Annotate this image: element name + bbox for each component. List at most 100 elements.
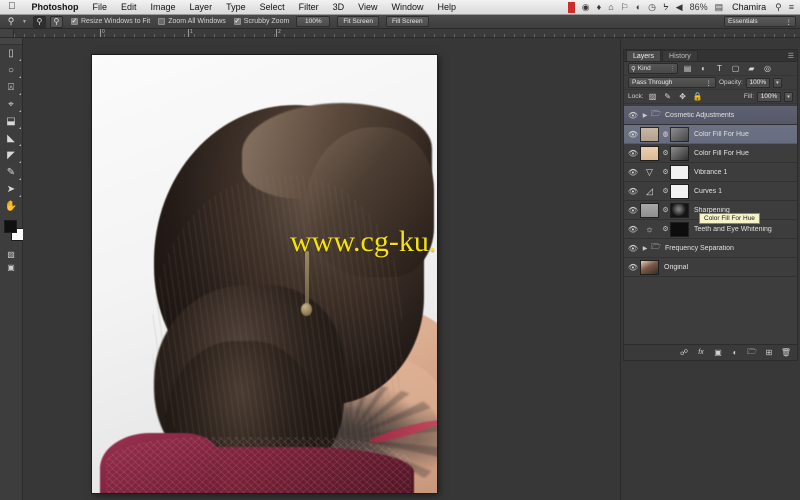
link-icon[interactable]: ⚙ [661, 130, 670, 138]
link-icon[interactable]: ⚙ [661, 225, 670, 233]
layer-list[interactable]: 👁 ▶ 🗁 Cosmetic Adjustments 👁 ⚙ Color Fil… [624, 106, 797, 344]
menu-item-3d[interactable]: 3D [326, 2, 352, 12]
table-row[interactable]: 👁 ▽ ⚙ Vibrance 1 Color Fill For Hue [624, 163, 797, 224]
hand-tool[interactable]: ✋ [0, 198, 22, 215]
link-icon[interactable]: ⚙ [661, 187, 670, 195]
layer-visibility-icon[interactable]: 👁 [626, 225, 640, 234]
delete-layer-icon[interactable]: 🗑 [781, 348, 791, 358]
eraser-tool[interactable]: ◣ [0, 130, 22, 147]
layer-thumbnail[interactable] [640, 145, 659, 161]
layer-name[interactable]: Color Fill For Hue [691, 150, 749, 157]
chevron-right-icon[interactable]: ▶ [640, 245, 650, 252]
menu-item-image[interactable]: Image [144, 2, 183, 12]
layer-name[interactable]: Frequency Separation [662, 245, 734, 252]
layer-mask-thumbnail[interactable] [670, 221, 689, 237]
zoom-level-button[interactable]: 100% [296, 16, 331, 27]
layer-name[interactable]: Curves 1 [691, 188, 722, 195]
screen-mode-toggle[interactable]: ▣ [0, 261, 22, 274]
table-row[interactable]: 👁 ◿ ⚙ Curves 1 [624, 182, 797, 201]
layer-thumbnail[interactable] [640, 259, 659, 275]
add-mask-icon[interactable]: ▣ [713, 348, 723, 358]
layer-visibility-icon[interactable]: 👁 [626, 206, 640, 215]
home-icon[interactable]: ⌂ [608, 2, 613, 12]
marquee-tool[interactable]: ▯ [0, 45, 22, 62]
red-indicator-icon[interactable] [567, 1, 575, 13]
menu-item-select[interactable]: Select [253, 2, 292, 12]
zoom-tool-icon[interactable]: ⚲ [4, 16, 18, 28]
lasso-tool[interactable]: ○ [0, 62, 22, 79]
menu-item-photoshop[interactable]: Photoshop [25, 2, 86, 12]
gradient-tool[interactable]: ◤ [0, 147, 22, 164]
table-row[interactable]: 👁 Original [624, 258, 797, 277]
layer-name[interactable]: Original [661, 264, 688, 271]
tools-panel-grip[interactable] [0, 38, 22, 45]
timemachine-icon[interactable]: ◷ [648, 2, 656, 12]
chevron-down-icon[interactable]: ▼ [22, 19, 27, 25]
opacity-input[interactable]: 100% [745, 77, 770, 88]
menu-item-help[interactable]: Help [430, 2, 463, 12]
lock-position-icon[interactable]: ✥ [677, 91, 689, 102]
fill-stepper[interactable]: ▾ [784, 91, 793, 102]
scrubby-zoom-checkbox[interactable]: ✓ Scrubby Zoom [233, 18, 289, 25]
dropbox-icon[interactable]: ◉ [582, 2, 590, 12]
menu-item-type[interactable]: Type [219, 2, 253, 12]
bluetooth-icon[interactable]: ᔭ [663, 2, 669, 12]
apple-icon[interactable]:  [0, 2, 25, 12]
zoom-out-button[interactable]: ⚲ [49, 15, 63, 28]
layer-mask-thumbnail[interactable] [670, 164, 689, 180]
path-selection-tool[interactable]: ➤ [0, 181, 22, 198]
user-name-label[interactable]: Chamira [730, 2, 768, 12]
eyedropper-tool[interactable]: ⌖ [0, 96, 22, 113]
resize-windows-checkbox[interactable]: ✓ Resize Windows to Fit [70, 18, 150, 25]
filter-type-icon[interactable]: T [713, 63, 726, 74]
zoom-in-button[interactable]: ⚲ [32, 15, 46, 28]
zoom-all-windows-checkbox[interactable]: Zoom All Windows [158, 18, 226, 25]
menu-item-layer[interactable]: Layer [183, 2, 220, 12]
layer-filter-kind-select[interactable]: ⚲ Kind ⋮ [628, 63, 678, 74]
panel-menu-icon[interactable]: ☰ [788, 52, 794, 60]
curves-adjustment-icon[interactable]: ◿ [640, 184, 659, 199]
link-icon[interactable]: ⚙ [661, 149, 670, 157]
workspace-switcher[interactable]: Essentials ⋮ [724, 16, 796, 27]
filter-shape-icon[interactable]: ▢ [729, 63, 742, 74]
color-swatches[interactable] [4, 218, 24, 248]
layer-visibility-icon[interactable]: 👁 [626, 130, 640, 139]
filter-pixel-icon[interactable]: ▤ [681, 63, 694, 74]
search-icon[interactable]: ⚲ [775, 2, 782, 12]
wifi-icon[interactable]: ◐ [636, 2, 641, 12]
link-layers-icon[interactable]: ☍ [679, 348, 689, 358]
layer-name[interactable]: Cosmetic Adjustments [662, 112, 734, 119]
tab-history[interactable]: History [662, 50, 698, 61]
list-icon[interactable]: ≡ [789, 2, 794, 12]
filter-adjustment-icon[interactable]: ◐ [697, 63, 710, 74]
layer-style-icon[interactable]: fx [696, 348, 706, 358]
lock-all-icon[interactable]: 🔒 [692, 91, 704, 102]
brightness-adjustment-icon[interactable]: ☼ [640, 222, 659, 237]
chevron-right-icon[interactable]: ▶ [640, 112, 650, 119]
image-canvas[interactable]: www.cg-ku.com [92, 55, 437, 493]
menu-item-window[interactable]: Window [384, 2, 430, 12]
table-row[interactable]: 👁 ⚙ Color Fill For Hue [624, 144, 797, 163]
new-layer-icon[interactable]: ⊞ [764, 348, 774, 358]
layer-thumbnail[interactable] [640, 202, 659, 218]
layer-visibility-icon[interactable]: 👁 [626, 111, 640, 120]
menu-item-edit[interactable]: Edit [114, 2, 144, 12]
layer-thumbnail[interactable] [640, 126, 659, 142]
cloud-icon[interactable]: ♦ [597, 2, 602, 12]
fill-screen-button[interactable]: Fill Screen [385, 16, 429, 27]
lock-image-pixels-icon[interactable]: ✎ [662, 91, 674, 102]
filter-smart-object-icon[interactable]: ▰ [745, 63, 758, 74]
battery-icon[interactable]: ▤ [715, 2, 724, 12]
foreground-color-swatch[interactable] [4, 220, 17, 233]
new-adjustment-layer-icon[interactable]: ◐ [730, 348, 740, 358]
blend-mode-select[interactable]: Pass Through ⋮ [628, 77, 716, 88]
layer-mask-thumbnail[interactable] [670, 202, 689, 218]
layer-mask-thumbnail[interactable] [670, 126, 689, 142]
layer-visibility-icon[interactable]: 👁 [626, 168, 640, 177]
quick-mask-toggle[interactable]: ▨ [0, 248, 22, 261]
layer-visibility-icon[interactable]: 👁 [626, 244, 640, 253]
layer-name[interactable]: Vibrance 1 [691, 169, 727, 176]
layer-mask-thumbnail[interactable] [670, 145, 689, 161]
layer-name[interactable]: Teeth and Eye Whitening [691, 226, 772, 233]
table-row[interactable]: 👁 ▶ 🗁 Frequency Separation [624, 239, 797, 258]
